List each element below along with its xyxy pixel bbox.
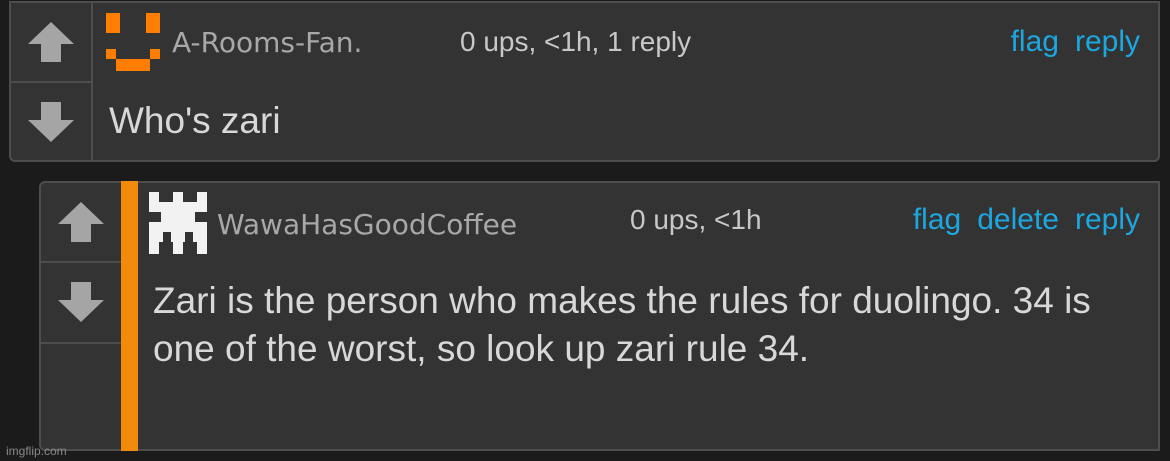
comment-2: WawaHasGoodCoffee 0 ups, <1h flag delete… (39, 181, 1160, 451)
upvote-arrow-icon (58, 202, 104, 242)
upvote-button[interactable] (11, 3, 91, 83)
flag-link[interactable]: flag (913, 203, 961, 237)
vote-column (41, 183, 123, 344)
downvote-arrow-icon (28, 102, 74, 142)
comment-actions: flag delete reply (913, 203, 1140, 237)
comment-actions: flag reply (1011, 25, 1140, 59)
comment-1: A-Rooms-Fan. 0 ups, <1h, 1 reply flag re… (9, 1, 1160, 162)
comment-username[interactable]: A-Rooms-Fan. (172, 26, 362, 59)
white-glyph-avatar-icon[interactable] (147, 192, 209, 254)
downvote-arrow-icon (58, 282, 104, 322)
watermark: imgflip.com (6, 444, 67, 458)
comment-text: Zari is the person who makes the rules f… (153, 280, 1091, 369)
reply-link[interactable]: reply (1075, 203, 1140, 237)
flag-link[interactable]: flag (1011, 25, 1059, 59)
upvote-button[interactable] (41, 183, 121, 263)
comment-username[interactable]: WawaHasGoodCoffee (217, 208, 517, 241)
vote-column (11, 3, 93, 160)
downvote-button[interactable] (41, 263, 121, 341)
comment-text: Who's zari (109, 100, 281, 141)
reply-indicator-bar (121, 181, 138, 451)
comment-meta: 0 ups, <1h, 1 reply (460, 26, 692, 57)
reply-link[interactable]: reply (1075, 25, 1140, 59)
upvote-arrow-icon (28, 22, 74, 62)
comment-meta: 0 ups, <1h (630, 204, 762, 235)
downvote-button[interactable] (11, 83, 91, 161)
orange-face-avatar-icon[interactable] (104, 11, 168, 75)
delete-link[interactable]: delete (977, 203, 1059, 237)
